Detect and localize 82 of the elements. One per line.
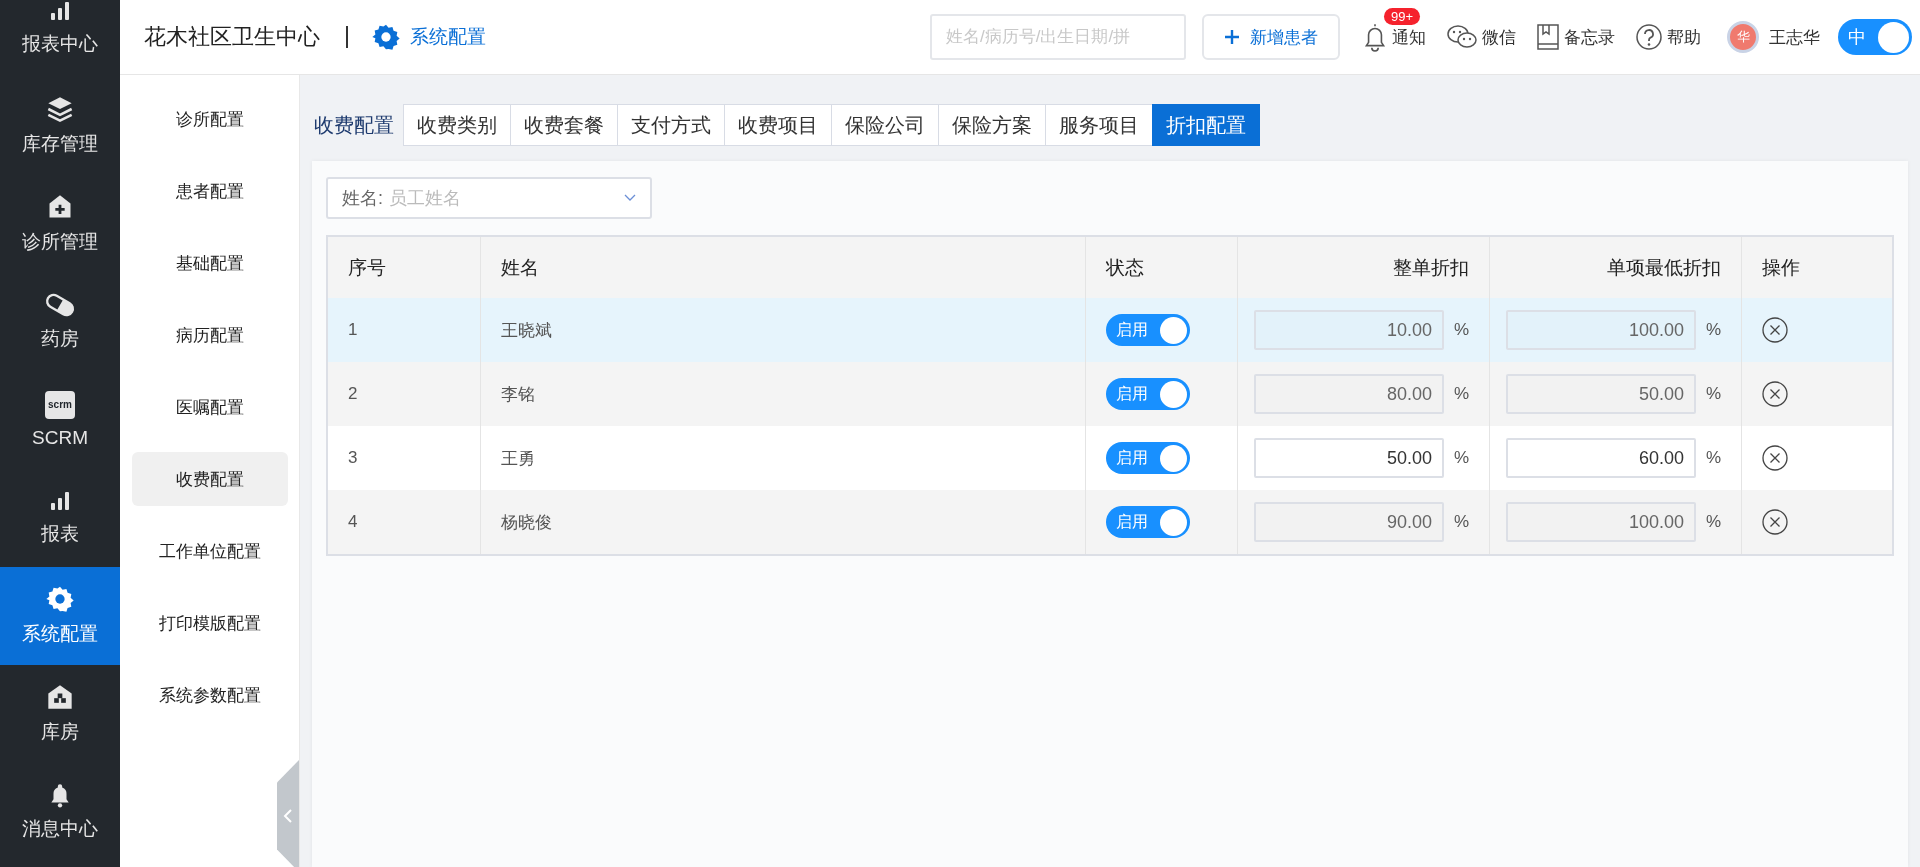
collapse-handle[interactable] xyxy=(277,760,299,867)
plus-icon xyxy=(1224,29,1240,45)
column-header: 状态 xyxy=(1106,255,1144,280)
tab[interactable]: 保险公司 xyxy=(831,104,939,146)
toolbar-link[interactable]: 通知 xyxy=(1392,25,1426,49)
separator-bar xyxy=(346,26,348,48)
house-plus-icon xyxy=(46,193,74,221)
percent-sign: % xyxy=(1454,320,1470,340)
submenu-item[interactable]: 患者配置 xyxy=(131,164,288,218)
percent-sign: % xyxy=(1706,384,1722,404)
percent-sign: % xyxy=(1706,512,1722,532)
toolbar-link[interactable]: 微信 xyxy=(1482,25,1516,49)
nav-item[interactable]: 报表 xyxy=(0,469,120,567)
submenu-item[interactable]: 基础配置 xyxy=(131,236,288,290)
section-title: 收费配置 xyxy=(314,112,394,138)
book-icon[interactable] xyxy=(1536,23,1560,51)
scrm-icon: scrm xyxy=(45,391,75,419)
table-cell-text: 杨晓俊 xyxy=(501,511,552,534)
settings-icon xyxy=(372,23,400,51)
table-cell-text: 王勇 xyxy=(501,447,535,470)
nav-item[interactable]: 消息中心 xyxy=(0,763,120,861)
submenu-item[interactable]: 工作单位配置 xyxy=(131,524,288,578)
nav-item[interactable]: 报表中心 xyxy=(0,0,120,77)
tab[interactable]: 收费套餐 xyxy=(510,104,618,146)
table-cell: 1 xyxy=(348,320,358,340)
table-cell-text: 李铭 xyxy=(501,383,535,406)
nav-item[interactable]: 诊所管理 xyxy=(0,175,120,273)
nav-item[interactable]: 药房 xyxy=(0,273,120,371)
tab[interactable]: 保险方案 xyxy=(938,104,1046,146)
chat-bubbles-icon[interactable] xyxy=(1446,24,1478,50)
close-icon[interactable] xyxy=(1762,445,1788,471)
percent-sign: % xyxy=(1706,320,1722,340)
nav-item[interactable]: scrm SCRM xyxy=(0,371,120,469)
column-header: 单项最低折扣 xyxy=(1607,255,1721,280)
close-icon[interactable] xyxy=(1762,317,1788,343)
tab[interactable]: 收费项目 xyxy=(724,104,832,146)
nav-item[interactable]: 库房 xyxy=(0,665,120,763)
percent-sign: % xyxy=(1454,512,1470,532)
tab[interactable]: 支付方式 xyxy=(617,104,725,146)
layers-icon xyxy=(46,95,74,123)
discount-input[interactable]: 60.00 xyxy=(1506,438,1696,478)
discount-input[interactable]: 50.00 xyxy=(1254,438,1444,478)
clinic-name: 花木社区卫生中心 xyxy=(144,23,320,51)
settings-icon xyxy=(46,585,74,613)
submenu-item[interactable]: 收费配置 xyxy=(131,452,288,506)
column-header: 整单折扣 xyxy=(1393,255,1469,280)
bar-chart-icon xyxy=(48,489,72,513)
close-icon[interactable] xyxy=(1762,509,1788,535)
pill-icon xyxy=(44,292,76,318)
toolbar-link[interactable]: 帮助 xyxy=(1667,25,1701,49)
tab[interactable]: 折扣配置 xyxy=(1152,104,1260,146)
submenu-item[interactable]: 病历配置 xyxy=(131,308,288,362)
help-icon[interactable] xyxy=(1635,23,1663,51)
percent-sign: % xyxy=(1454,384,1470,404)
toolbar-link[interactable]: 备忘录 xyxy=(1564,25,1615,49)
nav-item[interactable]: 库存管理 xyxy=(0,77,120,175)
module-title: 系统配置 xyxy=(410,25,486,49)
close-icon[interactable] xyxy=(1762,381,1788,407)
percent-sign: % xyxy=(1706,448,1722,468)
caret-icon xyxy=(624,194,636,202)
table-cell: 3 xyxy=(348,448,358,468)
tab[interactable]: 服务项目 xyxy=(1045,104,1153,146)
table-row[interactable]: 3 王勇 启用 50.00 % 60.00 % xyxy=(328,426,1892,490)
submenu-item[interactable]: 系统参数配置 xyxy=(131,668,288,722)
column-header: 操作 xyxy=(1762,255,1800,280)
tab[interactable]: 收费类别 xyxy=(403,104,511,146)
table-cell-text: 王晓斌 xyxy=(501,319,552,342)
percent-sign: % xyxy=(1454,448,1470,468)
warehouse-icon xyxy=(46,683,74,711)
notification-badge: 99+ xyxy=(1384,8,1421,25)
table-cell: 4 xyxy=(348,512,358,532)
submenu-item[interactable]: 打印模版配置 xyxy=(131,596,288,650)
bar-chart-icon xyxy=(48,0,72,23)
name-filter-select[interactable]: 姓名: 员工姓名 xyxy=(326,177,652,219)
submenu-item[interactable]: 诊所配置 xyxy=(131,92,288,146)
new-patient-button[interactable]: 新增患者 xyxy=(1202,14,1340,60)
column-header: 姓名 xyxy=(501,255,539,280)
table-cell: 2 xyxy=(348,384,358,404)
submenu-item[interactable]: 医嘱配置 xyxy=(131,380,288,434)
column-header: 序号 xyxy=(348,255,386,280)
user-name: 王志华 xyxy=(1769,26,1820,49)
nav-item[interactable]: 系统配置 xyxy=(0,567,120,665)
